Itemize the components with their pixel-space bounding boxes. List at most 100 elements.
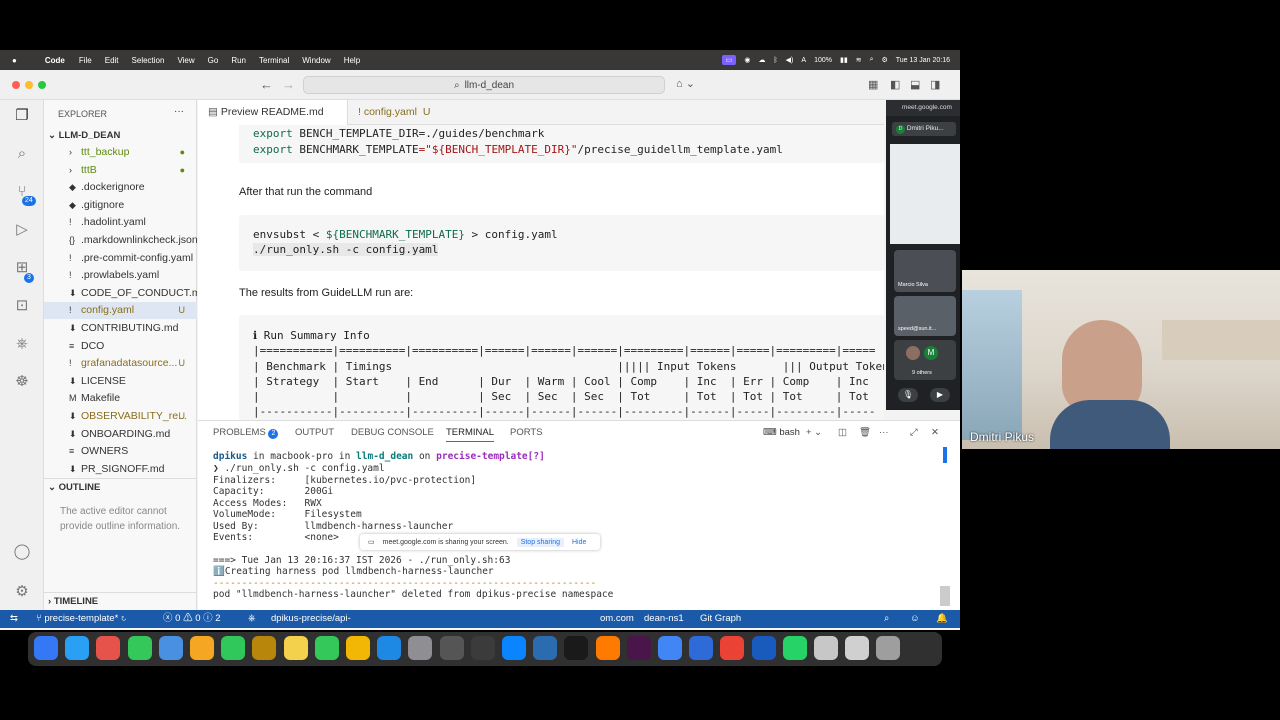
wifi-icon[interactable]: ≋	[856, 56, 862, 64]
dock-app-icon[interactable]	[158, 636, 183, 660]
menu-selection[interactable]: Selection	[132, 56, 165, 65]
apple-icon[interactable]: ●	[12, 56, 17, 65]
layout-icon[interactable]: ▦	[868, 78, 878, 91]
dock-app-icon[interactable]	[845, 636, 870, 660]
terminal-scrollbar[interactable]	[940, 586, 950, 606]
copilot-icon[interactable]: ⌂ ⌄	[676, 77, 695, 90]
bluetooth-icon[interactable]: ᛒ	[773, 57, 777, 64]
dock-app-icon[interactable]	[502, 636, 526, 660]
dock-app-icon[interactable]	[34, 636, 58, 660]
keyboard-icon[interactable]: A	[801, 57, 806, 64]
file-item[interactable]: M Makefile	[44, 390, 197, 407]
file-item[interactable]: ! .hadolint.yaml	[44, 214, 197, 231]
dock-app-icon[interactable]	[470, 636, 495, 660]
menu-file[interactable]: File	[79, 56, 92, 65]
maximize-panel-icon[interactable]: ⤢	[910, 427, 918, 438]
minimize-window-button[interactable]	[25, 81, 33, 89]
shared-screen-thumbnail[interactable]	[890, 144, 960, 244]
file-item[interactable]: ! grafanadatasource... U	[44, 355, 197, 372]
presenter-chip[interactable]: D Dmitri Piku...	[892, 122, 956, 136]
kubernetes-icon[interactable]: ⎈	[12, 334, 32, 354]
app-menu[interactable]: Code	[45, 56, 65, 65]
dock-app-icon[interactable]	[564, 636, 589, 660]
hide-button[interactable]: Hide	[572, 539, 586, 546]
dock-app-icon[interactable]	[190, 636, 214, 660]
dock-app-icon[interactable]	[439, 636, 464, 660]
forward-arrow-icon[interactable]: →	[282, 77, 295, 92]
namespace[interactable]: dean-ns1	[644, 610, 684, 628]
toggle-secondary-sidebar-icon[interactable]: ◨	[930, 78, 940, 91]
file-item[interactable]: ! .pre-commit-config.yaml	[44, 250, 197, 267]
tab-terminal[interactable]: TERMINAL	[446, 427, 495, 442]
explorer-icon[interactable]: ❐	[12, 106, 32, 126]
camera-icon[interactable]: ▶	[930, 388, 950, 402]
tab-preview-readme[interactable]: ▤ Preview README.md ✕	[198, 100, 348, 143]
menu-help[interactable]: Help	[344, 56, 360, 65]
search-icon[interactable]: ⌕	[870, 56, 874, 64]
search-icon[interactable]: ⌕	[12, 144, 32, 164]
terminal[interactable]: dpikus in macbook-pro in llm-d_dean on p…	[198, 447, 946, 611]
dock-app-icon[interactable]	[782, 636, 807, 660]
file-item[interactable]: › ttt_backup ●	[44, 144, 197, 161]
zoom-window-button[interactable]	[38, 81, 46, 89]
timeline-header[interactable]: › TIMELINE	[44, 592, 197, 610]
dock-app-icon[interactable]	[283, 636, 308, 660]
account-icon[interactable]: ◯	[12, 542, 32, 562]
kube-context[interactable]: dpikus-precise/api-	[271, 610, 351, 628]
file-item[interactable]: ⬇ PR_SIGNOFF.md	[44, 461, 197, 478]
file-item[interactable]: ⬇ LICENSE	[44, 373, 197, 390]
more-actions-icon[interactable]: ···	[879, 427, 889, 438]
menu-go[interactable]: Go	[208, 56, 219, 65]
menu-edit[interactable]: Edit	[105, 56, 119, 65]
file-item[interactable]: ! .prowlabels.yaml	[44, 267, 197, 284]
close-window-button[interactable]	[12, 81, 20, 89]
file-item[interactable]: › tttB ●	[44, 162, 197, 179]
tab-output[interactable]: OUTPUT	[295, 427, 334, 438]
back-arrow-icon[interactable]: ←	[260, 77, 273, 92]
add-terminal-icon[interactable]: + ⌄	[806, 427, 822, 438]
zoom-icon[interactable]: ⌕	[884, 610, 889, 628]
split-terminal-icon[interactable]: ◫	[838, 427, 847, 438]
menu-view[interactable]: View	[177, 56, 194, 65]
dock-app-icon[interactable]	[314, 636, 339, 660]
dock-app-icon[interactable]	[689, 636, 714, 660]
participant-tile-2[interactable]: speed@sun.it...	[894, 296, 956, 336]
dock-app-icon[interactable]	[408, 636, 433, 660]
file-item[interactable]: ≡ OWNERS	[44, 443, 197, 460]
kube-icon[interactable]: ⎈	[248, 610, 256, 628]
file-item[interactable]: ⬇ ONBOARDING.md	[44, 426, 197, 443]
copilot-icon[interactable]: ☺	[910, 610, 920, 628]
notifications-icon[interactable]: 🔔	[936, 610, 948, 628]
toggle-sidebar-icon[interactable]: ◧	[890, 78, 900, 91]
file-item[interactable]: ⬇ CODE_OF_CONDUCT.md	[44, 285, 197, 302]
dock-app-icon[interactable]	[221, 636, 246, 660]
file-item[interactable]: ! config.yaml U	[44, 302, 197, 320]
close-panel-icon[interactable]: ✕	[931, 427, 939, 438]
camera-icon[interactable]: ◉	[744, 56, 750, 64]
volume-icon[interactable]: ◀)	[786, 56, 794, 64]
dock-app-icon[interactable]	[595, 636, 620, 660]
remote-explorer-icon[interactable]: ⊡	[12, 296, 32, 316]
command-center[interactable]: ⌕ llm-d_dean	[303, 76, 665, 94]
menu-window[interactable]: Window	[302, 56, 330, 65]
file-item[interactable]: ⬇ OBSERVABILITY_re... U	[44, 408, 197, 425]
file-item[interactable]: ◆ .gitignore	[44, 197, 197, 214]
dock-app-icon[interactable]	[626, 636, 651, 660]
gear-icon[interactable]: ⚙	[12, 582, 32, 602]
dock-app-icon[interactable]	[720, 636, 745, 660]
dock-app-icon[interactable]	[127, 636, 152, 660]
dock-app-icon[interactable]	[876, 636, 901, 660]
dock-app-icon[interactable]	[346, 636, 370, 660]
file-item[interactable]: ≡ DCO	[44, 338, 197, 355]
tab-problems[interactable]: PROBLEMS 2	[213, 427, 279, 439]
menu-terminal[interactable]: Terminal	[259, 56, 289, 65]
remote-icon[interactable]: ⇆	[10, 610, 18, 628]
dock-app-icon[interactable]	[377, 636, 402, 660]
trash-icon[interactable]: 🗑	[859, 427, 871, 438]
dock-app-icon[interactable]	[65, 636, 90, 660]
run-debug-icon[interactable]: ▷	[12, 220, 32, 240]
dock-app-icon[interactable]	[533, 636, 558, 660]
file-item[interactable]: {} .markdownlinkcheck.json	[44, 232, 197, 249]
dock-app-icon[interactable]	[751, 636, 776, 660]
dock-app-icon[interactable]	[658, 636, 682, 660]
